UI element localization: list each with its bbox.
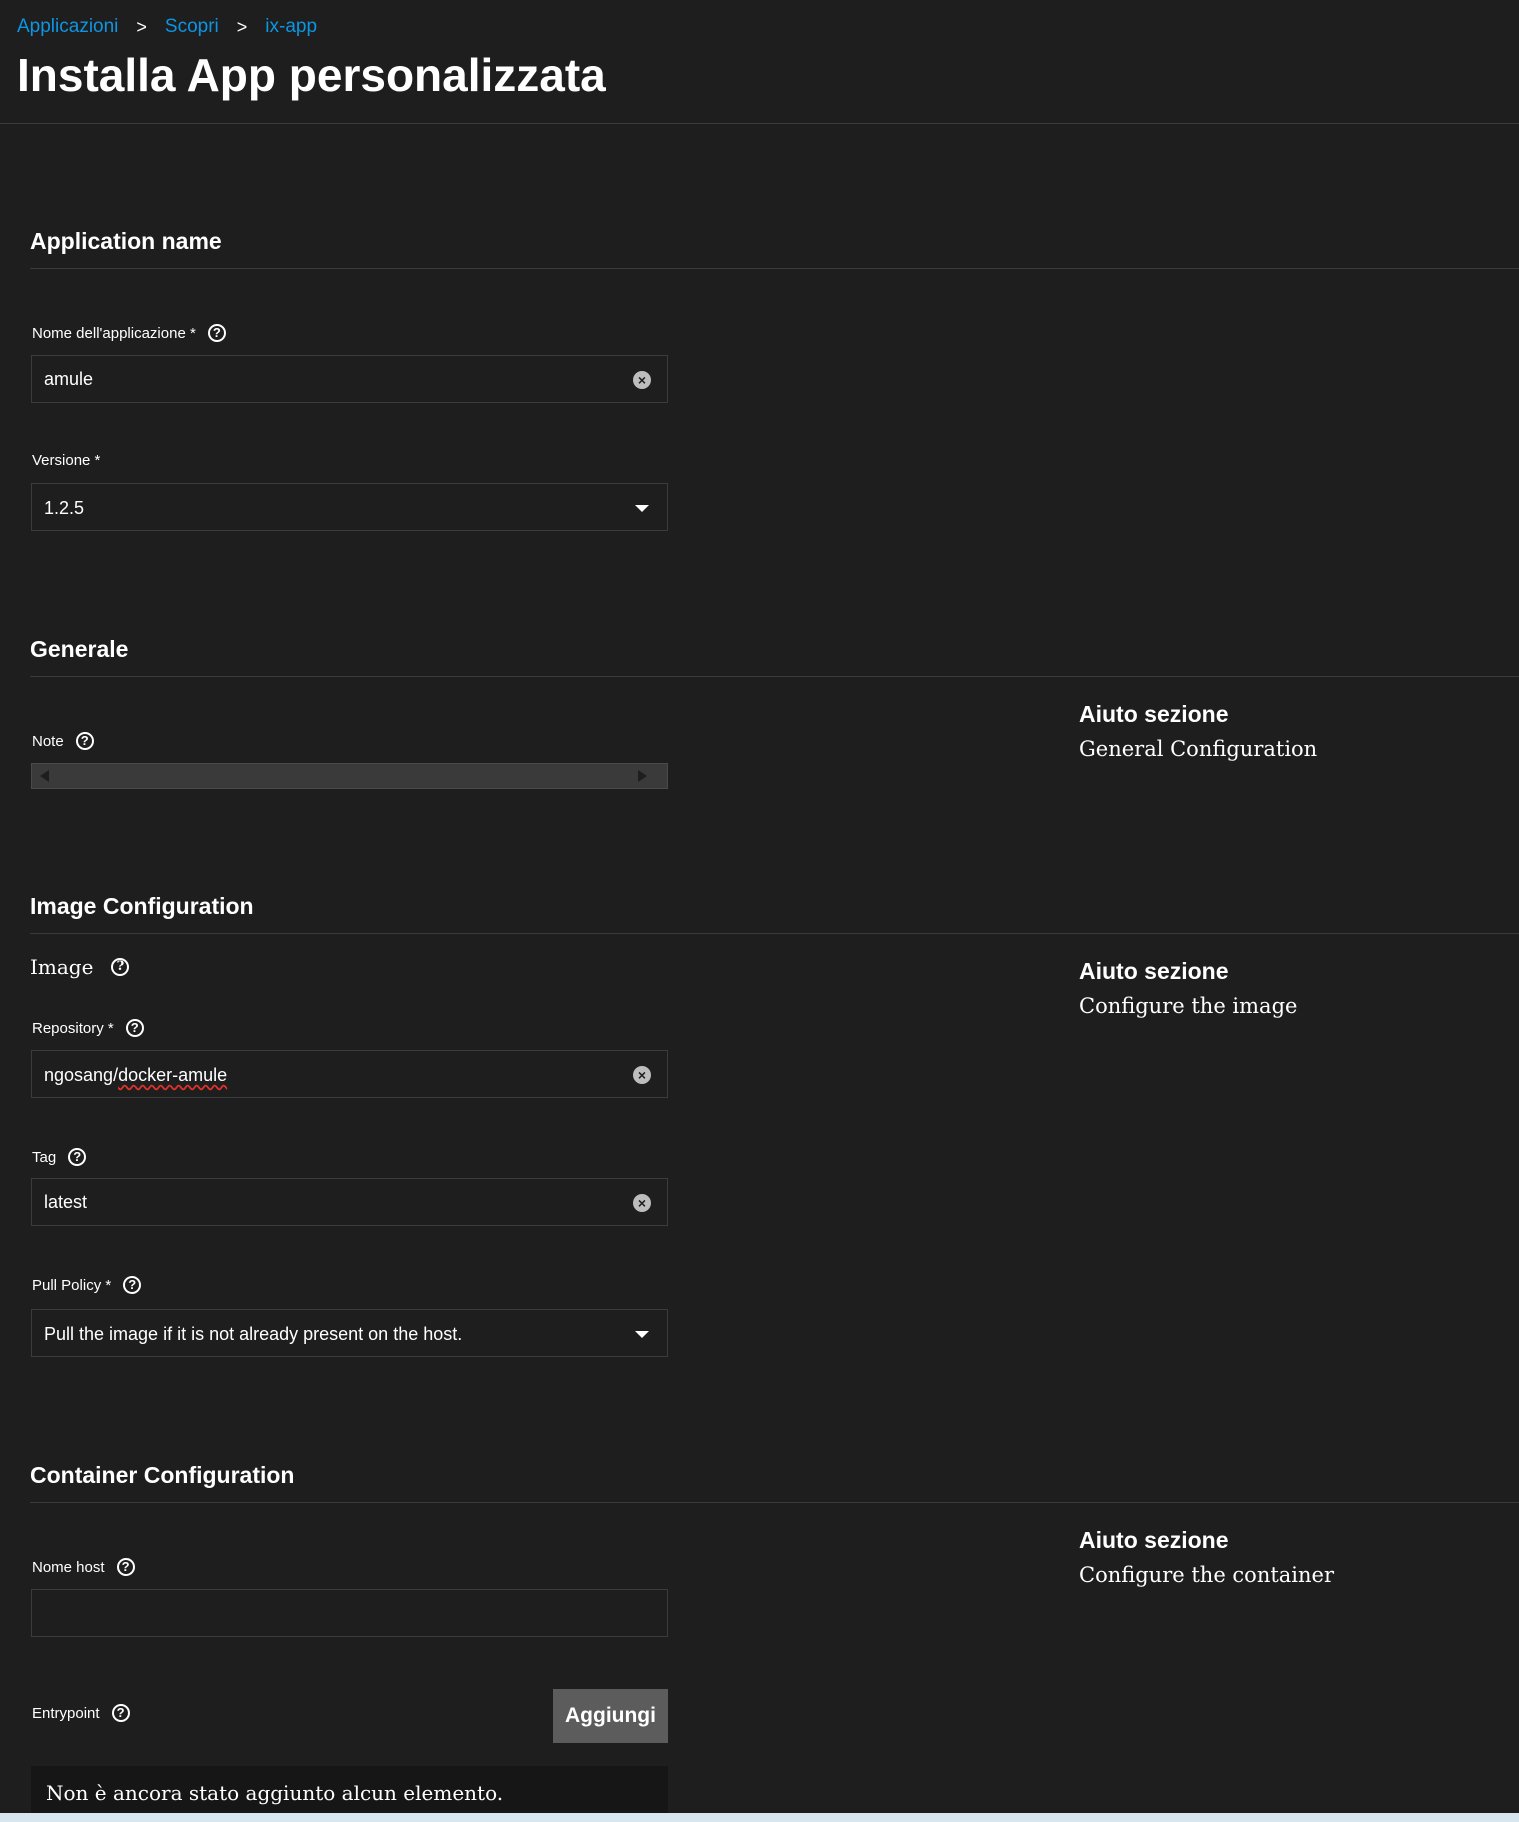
help-title-generale: Aiuto sezione — [1079, 701, 1229, 727]
section-divider — [30, 676, 1519, 677]
pull-policy-select[interactable]: Pull the image if it is not already pres… — [31, 1309, 668, 1357]
help-icon[interactable]: ? — [116, 1558, 135, 1576]
help-icon[interactable]: ? — [123, 1276, 142, 1294]
repository-value-suffix: docker-amule — [118, 1065, 228, 1085]
note-label: Note ? — [32, 732, 94, 750]
help-title-image: Aiuto sezione — [1079, 958, 1229, 984]
scroll-right-icon[interactable] — [638, 770, 647, 782]
image-label: Image ? — [30, 955, 130, 979]
section-title-generale: Generale — [30, 636, 129, 662]
help-text-generale: General Configuration — [1079, 737, 1318, 761]
note-label-text: Note — [32, 732, 64, 750]
entrypoint-empty-list: Non è ancora stato aggiunto alcun elemen… — [31, 1766, 668, 1816]
help-icon[interactable]: ? — [111, 1704, 130, 1722]
section-title-image-configuration: Image Configuration — [30, 893, 254, 919]
repository-field[interactable]: ngosang/docker-amule × — [31, 1050, 668, 1098]
breadcrumb-separator: > — [236, 16, 248, 37]
breadcrumb-applicazioni[interactable]: Applicazioni — [17, 16, 118, 38]
breadcrumb: Applicazioni > Scopri > ix-app — [17, 16, 317, 38]
image-label-text: Image — [30, 955, 94, 979]
repository-label-text: Repository * — [32, 1019, 114, 1037]
help-text-container: Configure the container — [1079, 1563, 1335, 1587]
app-name-input[interactable] — [44, 356, 624, 402]
help-icon[interactable]: ? — [68, 1148, 87, 1166]
section-divider — [30, 1502, 1519, 1503]
caret-down-icon[interactable] — [635, 505, 649, 512]
empty-list-text: Non è ancora stato aggiunto alcun elemen… — [46, 1781, 504, 1805]
repository-value-prefix: ngosang/ — [44, 1065, 119, 1085]
tag-label-text: Tag — [32, 1148, 57, 1166]
pull-policy-label: Pull Policy * ? — [32, 1276, 142, 1294]
repository-label: Repository * ? — [32, 1019, 144, 1037]
version-select-value: 1.2.5 — [44, 498, 85, 518]
page-header: Applicazioni > Scopri > ix-app Installa … — [0, 0, 1519, 124]
hostname-field — [31, 1589, 668, 1637]
section-title-application-name: Application name — [30, 228, 222, 254]
clear-icon[interactable]: × — [633, 1194, 651, 1212]
entrypoint-label: Entrypoint ? — [32, 1704, 130, 1722]
clear-icon[interactable]: × — [633, 1066, 651, 1084]
scroll-left-icon[interactable] — [40, 770, 49, 782]
breadcrumb-ix-app[interactable]: ix-app — [265, 16, 317, 38]
app-name-label-text: Nome dell'applicazione * — [32, 324, 196, 342]
hostname-label: Nome host ? — [32, 1558, 135, 1576]
clear-icon[interactable]: × — [633, 371, 651, 389]
app-name-field: × — [31, 355, 668, 403]
tag-input[interactable] — [44, 1179, 624, 1225]
version-label-text: Versione * — [32, 452, 101, 469]
help-icon[interactable]: ? — [75, 732, 94, 750]
help-text-image: Configure the image — [1079, 994, 1298, 1018]
entrypoint-label-text: Entrypoint — [32, 1704, 100, 1722]
section-divider — [30, 933, 1519, 934]
breadcrumb-scopri[interactable]: Scopri — [165, 16, 219, 38]
page-title: Installa App personalizzata — [17, 49, 606, 101]
bottom-edge — [0, 1813, 1519, 1822]
add-entrypoint-button[interactable]: Aggiungi — [553, 1689, 668, 1743]
section-title-container-configuration: Container Configuration — [30, 1462, 295, 1488]
pull-policy-label-text: Pull Policy * — [32, 1276, 112, 1294]
section-divider — [30, 268, 1519, 269]
version-select[interactable]: 1.2.5 — [31, 483, 668, 531]
pull-policy-select-value: Pull the image if it is not already pres… — [44, 1324, 463, 1344]
app-name-label: Nome dell'applicazione * ? — [32, 324, 226, 342]
help-title-container: Aiuto sezione — [1079, 1527, 1229, 1553]
tag-label: Tag ? — [32, 1148, 87, 1166]
hostname-input[interactable] — [44, 1590, 624, 1636]
tag-field: × — [31, 1178, 668, 1226]
help-icon[interactable]: ? — [111, 958, 130, 976]
help-icon[interactable]: ? — [207, 324, 226, 342]
help-icon[interactable]: ? — [125, 1019, 144, 1037]
breadcrumb-separator: > — [136, 16, 147, 37]
hostname-label-text: Nome host — [32, 1558, 105, 1576]
note-scrollbar[interactable] — [31, 763, 668, 789]
caret-down-icon[interactable] — [635, 1331, 649, 1338]
version-label: Versione * — [32, 452, 100, 469]
repository-input[interactable]: ngosang/docker-amule — [44, 1065, 227, 1086]
